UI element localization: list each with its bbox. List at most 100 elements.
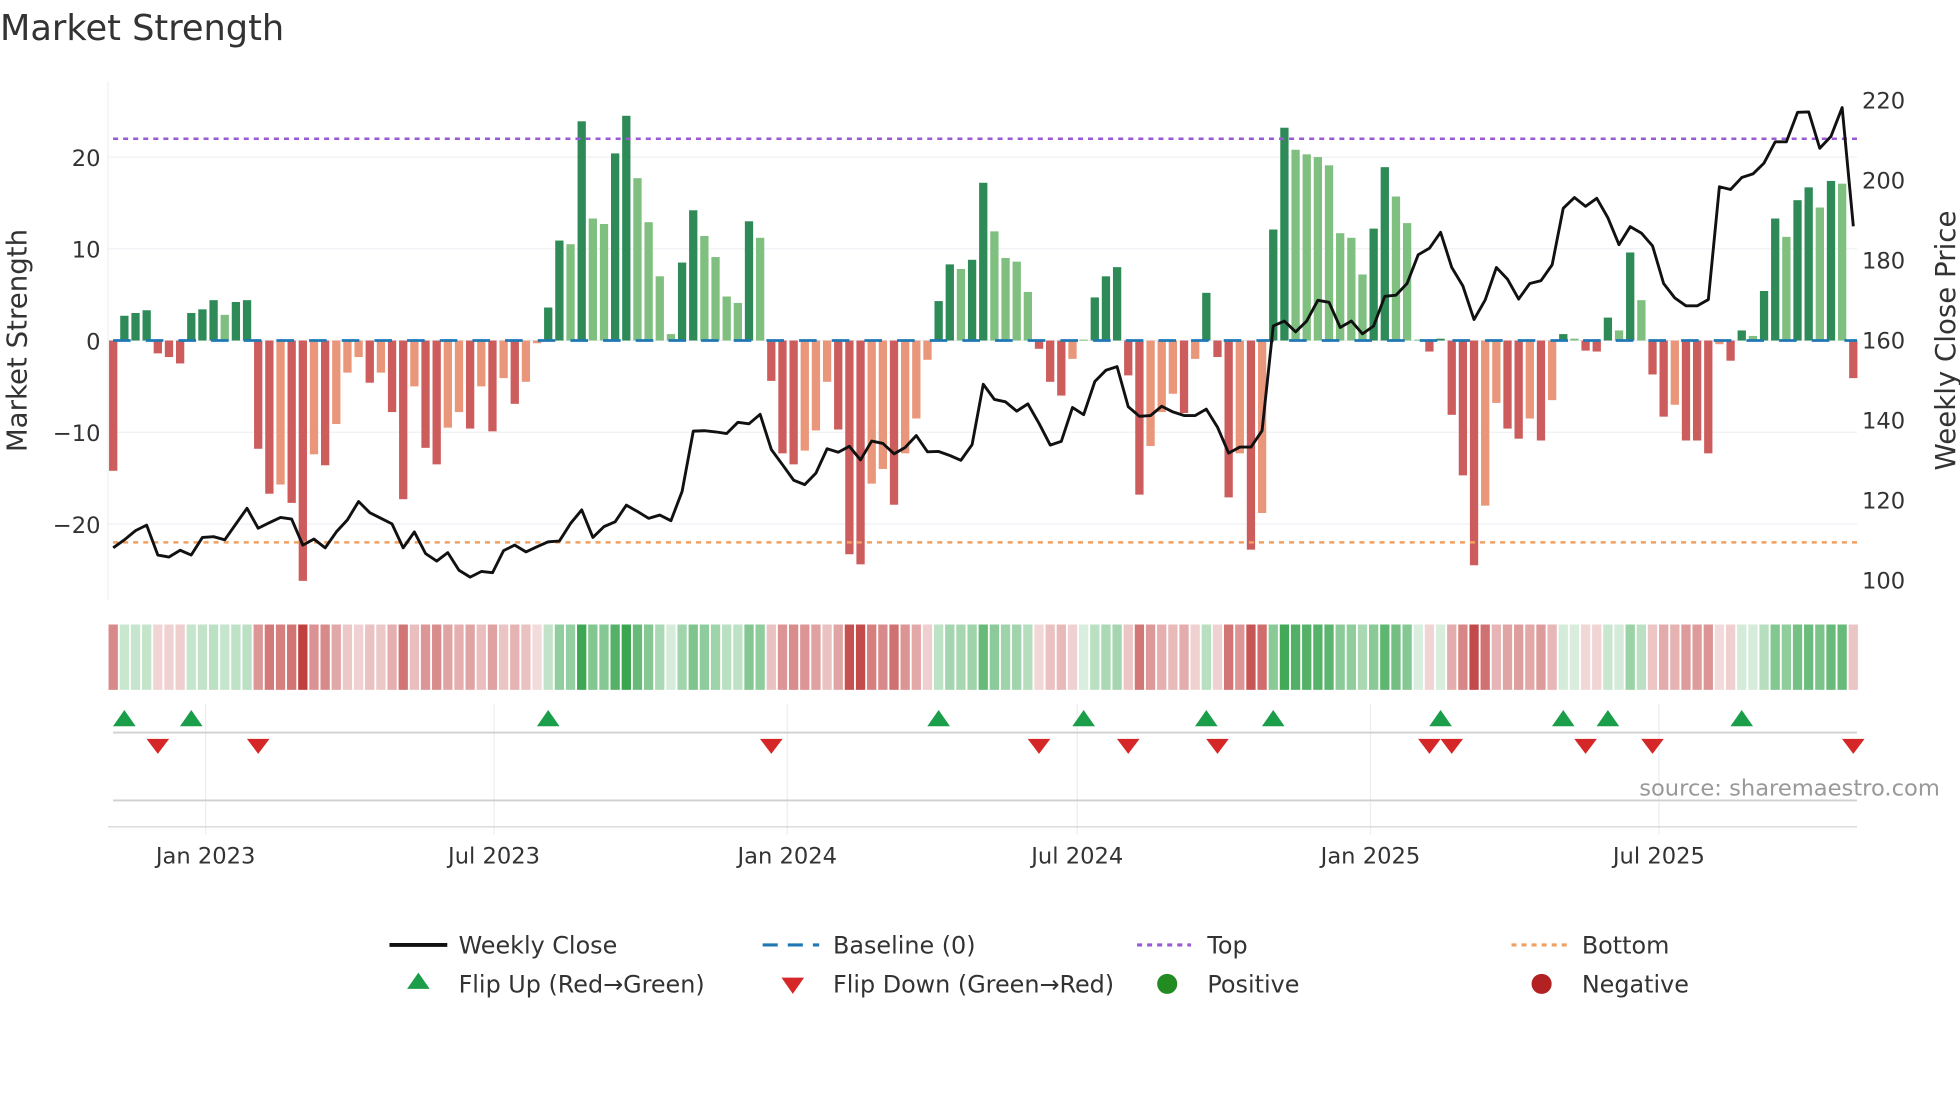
strength-bar (1313, 157, 1323, 341)
strength-bar (689, 210, 698, 341)
heat-cell (1212, 624, 1223, 690)
flip-down-marker (760, 738, 783, 754)
flip-down-marker (1206, 738, 1229, 754)
triangle-down-icon (781, 977, 805, 994)
strength-bar (1068, 340, 1077, 359)
strength-bar (1737, 330, 1746, 341)
heat-cell (1168, 624, 1178, 690)
strength-bar (164, 340, 174, 358)
strength-bar (555, 240, 564, 341)
right-y-ticks: 220 200 180 160 140 120 100 (1862, 89, 1905, 595)
heat-cell (532, 624, 542, 690)
heat-cell (1837, 624, 1847, 690)
flip-down-marker (1574, 738, 1597, 754)
heat-cell (1413, 624, 1423, 690)
legend-item-weekly-close[interactable]: Weekly Close (389, 932, 617, 960)
strength-bar (722, 296, 731, 341)
strength-bar (733, 302, 742, 341)
heat-cell (1134, 624, 1145, 690)
legend-item-positive[interactable]: Positive (1157, 971, 1299, 999)
heat-cell (1435, 624, 1446, 690)
heat-cell (164, 624, 174, 690)
heat-cell (867, 624, 877, 690)
heat-cell (1324, 624, 1334, 690)
heat-cell (744, 624, 754, 690)
flip-up-marker (1072, 709, 1095, 727)
legend-item-top[interactable]: Top (1137, 932, 1248, 960)
heat-cell (733, 624, 743, 690)
strength-bar (677, 262, 687, 341)
strength-bar (1023, 291, 1033, 341)
strength-bar (912, 340, 921, 419)
strength-bar (1425, 340, 1434, 352)
heat-cell (800, 624, 810, 690)
heat-cell (231, 624, 241, 690)
heat-cell (1112, 624, 1122, 690)
heat-cell (1681, 624, 1691, 690)
heat-cell (119, 624, 130, 690)
heat-cell (543, 624, 553, 690)
heat-cell (978, 624, 988, 690)
strength-bar (1391, 196, 1401, 341)
heat-cell (643, 624, 654, 690)
strength-bar (599, 224, 609, 341)
heat-cell (1580, 624, 1591, 690)
heat-cell (1569, 624, 1580, 690)
strength-bar (142, 310, 151, 341)
strength-bar (1001, 257, 1010, 341)
strength-bar (198, 309, 207, 341)
strength-bar (488, 340, 497, 432)
heat-cell (1380, 624, 1390, 690)
legend-label: Top (1206, 932, 1247, 960)
heat-cell (398, 624, 408, 690)
x-tick-label: Jul 2025 (1611, 843, 1705, 869)
strength-bar (1324, 165, 1334, 341)
strength-bar (1581, 340, 1590, 351)
strength-bar (1280, 127, 1289, 341)
strength-bar (1637, 300, 1646, 341)
strength-bar (744, 221, 754, 341)
source-label: source: sharemaestro.com (1639, 775, 1940, 801)
strength-bar (644, 222, 653, 341)
strength-bar (1146, 340, 1155, 447)
heat-cell (1614, 624, 1624, 690)
heat-cell (1279, 624, 1290, 690)
heat-cell (287, 624, 297, 690)
flip-down-marker (1116, 738, 1140, 754)
legend-label: Flip Down (Green→Red) (833, 971, 1114, 999)
heat-cell (933, 624, 944, 690)
y2-tick-label: 120 (1862, 489, 1905, 515)
heat-cell (387, 624, 397, 690)
strength-bar (254, 340, 263, 449)
strength-bars (109, 115, 1858, 581)
strength-bar (901, 340, 910, 454)
heat-cell (1703, 624, 1713, 690)
strength-bar (354, 340, 363, 358)
y2-tick-label: 160 (1862, 329, 1905, 355)
heat-cell (1201, 624, 1211, 690)
heat-cell (510, 624, 520, 690)
legend-item-baseline[interactable]: Baseline (0) (762, 932, 976, 960)
legend-item-flip-up[interactable]: Flip Up (Red→Green) (407, 971, 705, 999)
strength-bar (443, 340, 452, 428)
legend-item-bottom[interactable]: Bottom (1511, 932, 1669, 960)
heat-cell (577, 624, 587, 690)
heat-cell (688, 624, 698, 690)
heat-cell (811, 624, 821, 690)
triangle-up-icon (407, 972, 430, 989)
weekly-close-line (112, 106, 1855, 579)
strength-bar (1202, 292, 1211, 341)
heat-cell (922, 624, 933, 690)
heat-cell (342, 624, 353, 690)
legend-item-negative[interactable]: Negative (1531, 971, 1689, 999)
strength-bar (153, 340, 162, 354)
strength-bar (276, 340, 285, 485)
strength-bar (365, 340, 374, 383)
heat-cell (1469, 624, 1479, 690)
legend-item-flip-down[interactable]: Flip Down (Green→Red) (781, 971, 1114, 999)
strength-bar (109, 340, 118, 471)
strength-bar (756, 237, 765, 341)
strength-bar (209, 300, 218, 341)
circle-icon (1157, 973, 1178, 994)
strength-bar (1849, 340, 1858, 379)
